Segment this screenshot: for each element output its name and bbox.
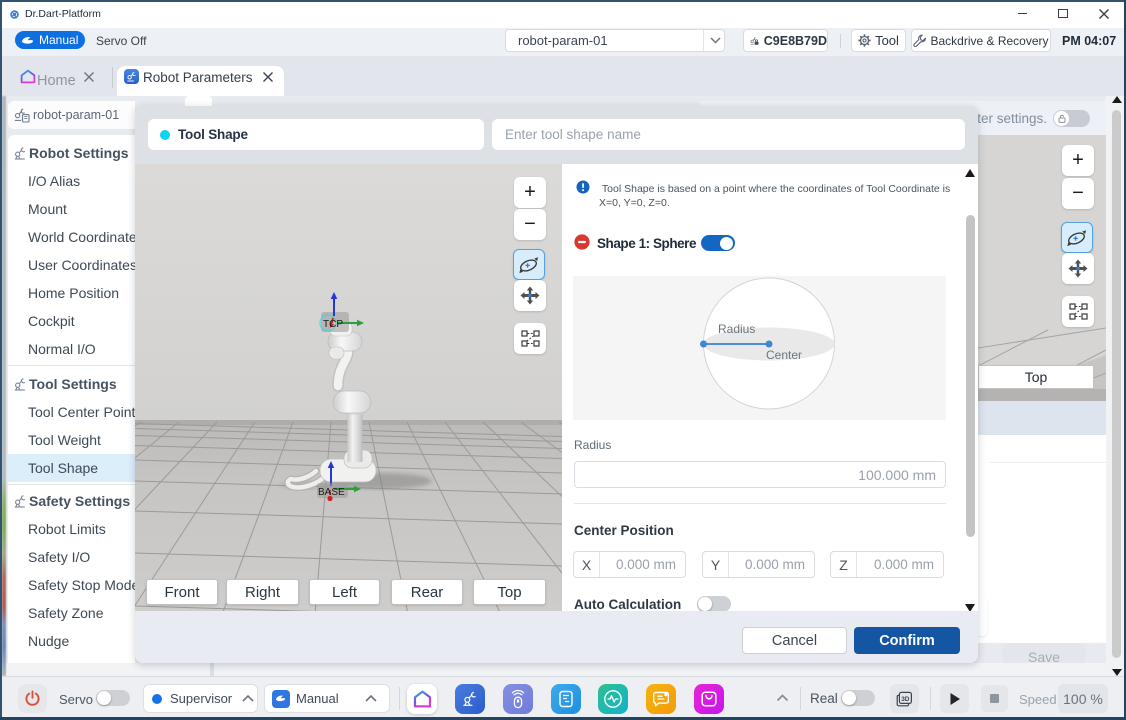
svg-text:TCP: TCP [323, 319, 343, 330]
svg-text:BASE: BASE [318, 487, 345, 498]
svg-text:3D: 3D [901, 696, 910, 703]
svg-text:Radius: Radius [718, 322, 755, 336]
svg-text:Center: Center [766, 348, 802, 362]
